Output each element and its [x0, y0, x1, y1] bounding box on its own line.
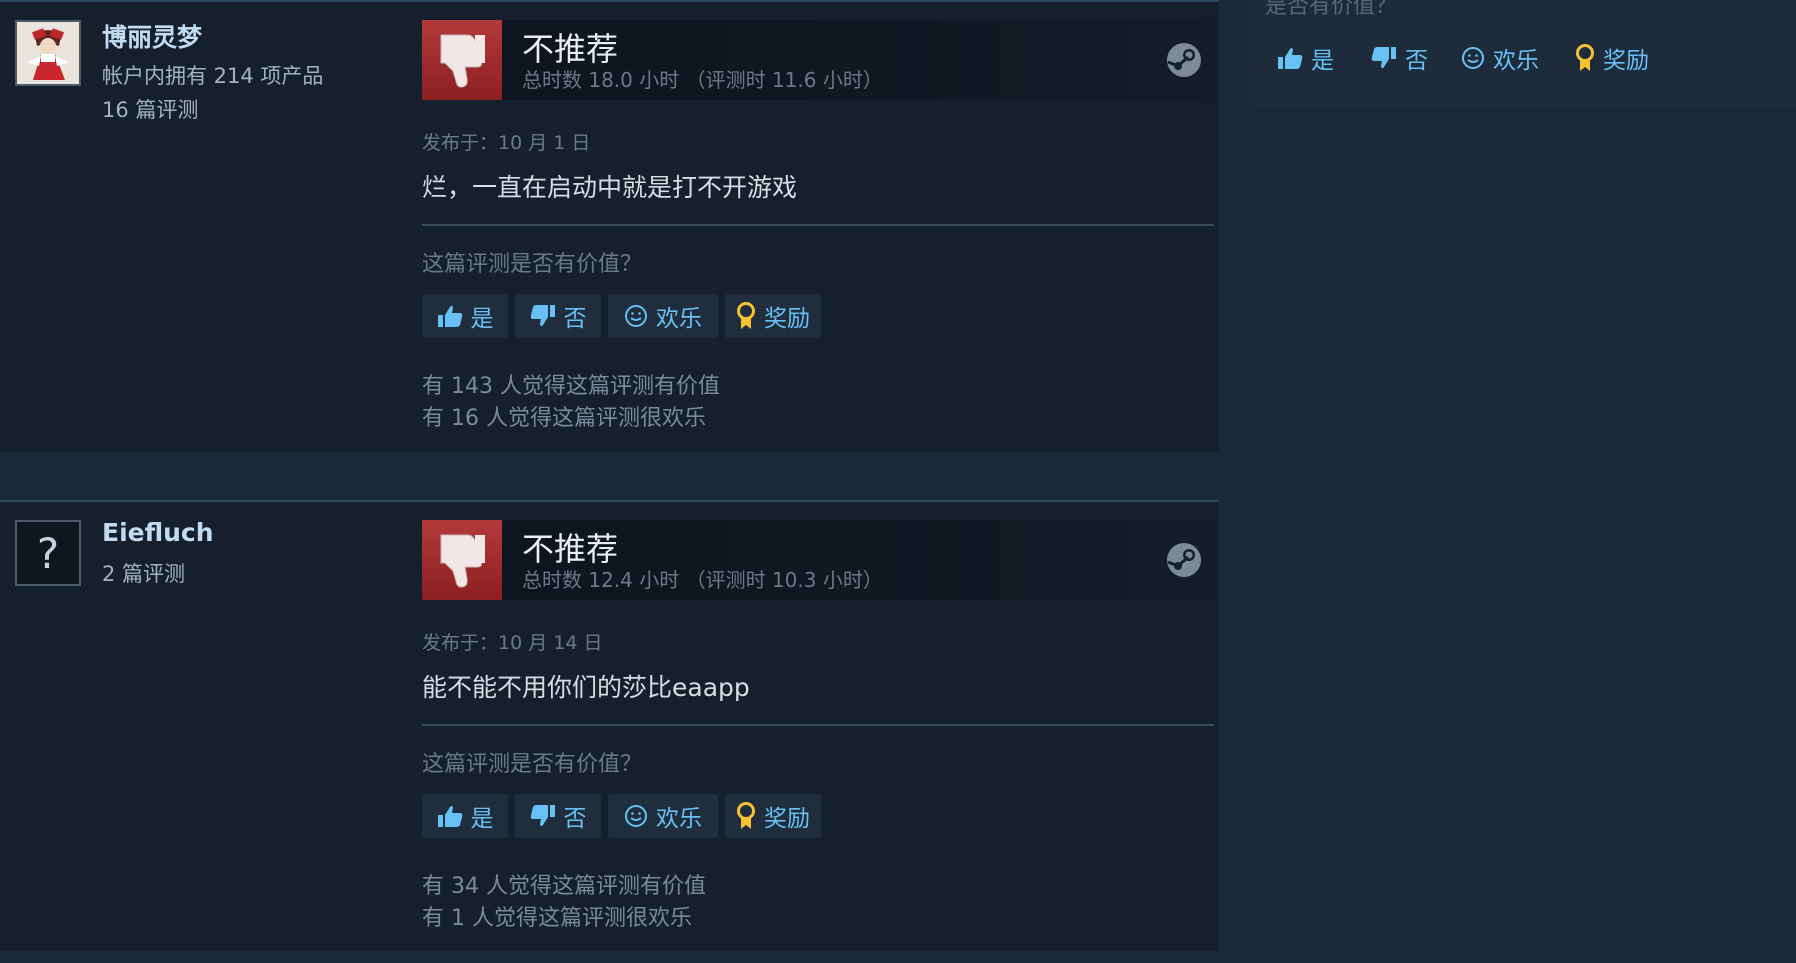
helpful-count: 有 34 人觉得这篇评测有价值: [422, 874, 706, 899]
vote-funny-label: 欢乐: [1493, 48, 1539, 74]
vote-funny-label: 欢乐: [656, 306, 702, 332]
helpful-question: 这篇评测是否有价值？: [422, 252, 643, 277]
side-review-panel: 是否有价值？ 是 否 欢乐 奖励: [1249, 0, 1796, 106]
vote-yes-label: 是: [1311, 48, 1334, 74]
helpful-count: 有 143 人觉得这篇评测有价值: [422, 374, 720, 399]
funny-count: 有 16 人觉得这篇评测很欢乐: [422, 406, 706, 431]
award-label: 奖励: [764, 306, 810, 332]
posted-date: 发布于：10 月 14 日: [422, 632, 603, 654]
vote-yes-button[interactable]: 是: [1277, 38, 1334, 78]
vote-no-button[interactable]: 否: [1371, 38, 1428, 78]
vote-no-label: 否: [1405, 48, 1428, 74]
username[interactable]: 博丽灵梦: [102, 18, 202, 54]
award-icon: [737, 302, 755, 329]
vote-no-label: 否: [563, 306, 587, 332]
review-card: ? Eiefluch 2 篇评测 不推荐 总时数 12.4 小时 （评测时 10…: [0, 500, 1219, 951]
vote-no-label: 否: [563, 806, 587, 832]
award-icon: [737, 802, 755, 829]
review-count[interactable]: 16 篇评测: [102, 94, 198, 124]
divider: [422, 724, 1214, 726]
vote-yes-label: 是: [470, 306, 494, 332]
award-label: 奖励: [1603, 48, 1649, 74]
award-button[interactable]: 奖励: [725, 794, 821, 838]
thumbs-up-icon: [1278, 47, 1303, 69]
smiley-icon: [1462, 47, 1484, 69]
thumbs-up-icon: [437, 805, 462, 827]
award-icon: [1576, 44, 1594, 71]
helpful-question: 这篇评测是否有价值？: [422, 752, 643, 777]
vote-no-button[interactable]: 否: [515, 794, 601, 838]
review-count[interactable]: 2 篇评测: [102, 558, 185, 588]
vote-funny-button[interactable]: 欢乐: [1461, 38, 1539, 78]
avatar[interactable]: [15, 20, 81, 86]
playtime-hours: 总时数 18.0 小时 （评测时 11.6 小时）: [522, 68, 883, 92]
verdict-banner[interactable]: 不推荐 总时数 12.4 小时 （评测时 10.3 小时）: [422, 520, 1216, 600]
thumbs-down-icon: [1371, 47, 1396, 69]
award-label: 奖励: [764, 806, 810, 832]
review-content: 烂，一直在启动中就是打不开游戏: [422, 173, 798, 202]
smiley-icon: [625, 805, 647, 827]
vote-funny-button[interactable]: 欢乐: [608, 294, 718, 338]
award-button[interactable]: 奖励: [725, 294, 821, 338]
username[interactable]: Eiefluch: [102, 518, 214, 547]
vote-yes-button[interactable]: 是: [422, 794, 508, 838]
verdict-banner[interactable]: 不推荐 总时数 18.0 小时 （评测时 11.6 小时）: [422, 20, 1216, 100]
helpful-question: 是否有价值？: [1265, 0, 1398, 19]
vote-yes-button[interactable]: 是: [422, 294, 508, 338]
review-card: 博丽灵梦 帐户内拥有 214 项产品 16 篇评测 不推荐 总时数 18.0 小…: [0, 0, 1219, 452]
thumbs-down-icon: [530, 805, 555, 827]
award-button[interactable]: 奖励: [1575, 38, 1649, 78]
products-count[interactable]: 帐户内拥有 214 项产品: [102, 60, 323, 90]
divider: [422, 224, 1214, 226]
steam-logo-icon: [1167, 543, 1201, 577]
avatar[interactable]: ?: [15, 520, 81, 586]
thumbs-down-icon: [422, 520, 502, 600]
steam-logo-icon: [1167, 43, 1201, 77]
vote-funny-label: 欢乐: [656, 806, 702, 832]
reviews-column: 博丽灵梦 帐户内拥有 214 项产品 16 篇评测 不推荐 总时数 18.0 小…: [0, 0, 1219, 963]
thumbs-down-icon: [530, 305, 555, 327]
question-mark-icon: ?: [36, 528, 60, 578]
funny-count: 有 1 人觉得这篇评测很欢乐: [422, 906, 692, 931]
avatar-image: [17, 22, 79, 84]
thumbs-up-icon: [437, 305, 462, 327]
playtime-hours: 总时数 12.4 小时 （评测时 10.3 小时）: [522, 568, 883, 592]
smiley-icon: [625, 305, 647, 327]
posted-date: 发布于：10 月 1 日: [422, 132, 591, 154]
vote-no-button[interactable]: 否: [515, 294, 601, 338]
thumbs-down-icon: [422, 20, 502, 100]
review-content: 能不能不用你们的莎比eaapp: [422, 673, 750, 702]
vote-yes-label: 是: [470, 806, 494, 832]
vote-funny-button[interactable]: 欢乐: [608, 794, 718, 838]
